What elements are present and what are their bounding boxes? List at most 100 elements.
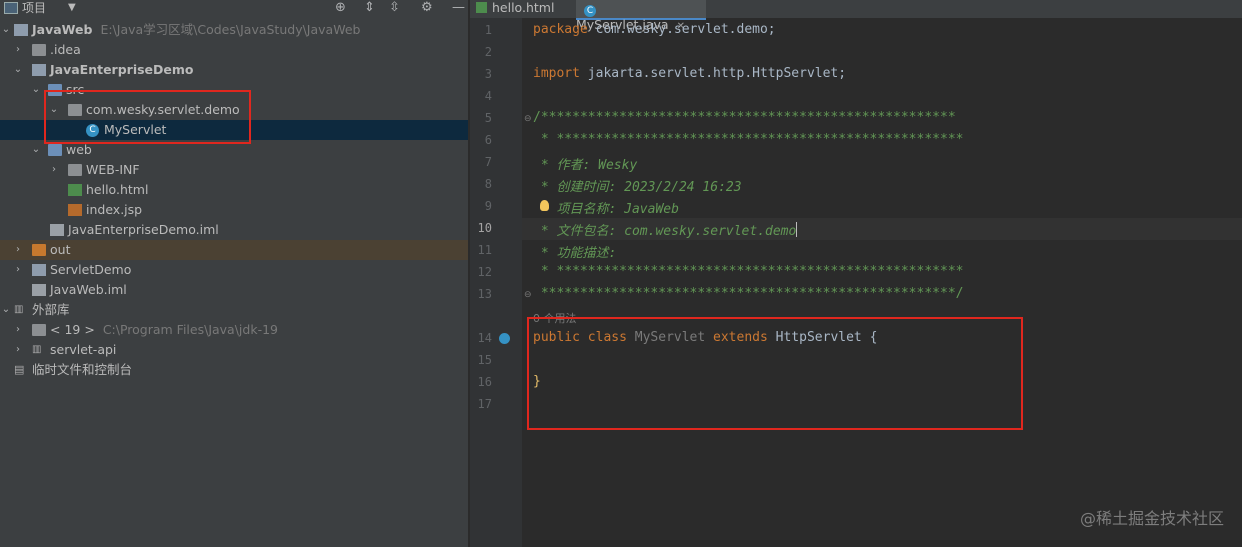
line-number: 3 xyxy=(484,67,492,81)
collapse-all-icon[interactable]: ⇳ xyxy=(389,0,400,15)
expanded-arrow-icon[interactable]: ⌄ xyxy=(12,60,24,80)
expanded-arrow-icon[interactable]: ⌄ xyxy=(0,300,12,320)
tree-item-enterprise-iml[interactable]: JavaEnterpriseDemo.iml xyxy=(0,220,468,240)
code-text: : Wesky xyxy=(582,158,638,173)
line-number: 1 xyxy=(484,23,492,37)
gear-icon[interactable]: ⚙ xyxy=(421,0,433,15)
code-text: * xyxy=(533,224,557,239)
tree-label: 临时文件和控制台 xyxy=(32,362,133,377)
line-number: 6 xyxy=(484,133,492,147)
web-folder-icon xyxy=(48,144,62,156)
lightbulb-icon[interactable] xyxy=(540,200,549,211)
expanded-arrow-icon[interactable]: ⌄ xyxy=(0,20,12,40)
line-number: 7 xyxy=(484,155,492,169)
tree-item-index-jsp[interactable]: index.jsp xyxy=(0,200,468,220)
code-line-11[interactable]: * 功能描述: xyxy=(533,242,617,261)
code-text: : com.wesky.servlet.demo xyxy=(608,224,797,239)
html-file-icon xyxy=(476,2,487,13)
line-number: 8 xyxy=(484,177,492,191)
editor-panel: hello.html CMyServlet.java ✕ 1 2 3 4 5 6 … xyxy=(470,0,1242,547)
fold-icon[interactable]: ⊖ xyxy=(524,114,532,124)
expand-all-icon[interactable]: ⇕ xyxy=(364,0,375,15)
implemented-marker-icon[interactable] xyxy=(499,333,510,344)
collapsed-arrow-icon[interactable]: › xyxy=(48,160,60,180)
folder-icon xyxy=(32,44,46,56)
line-number: 4 xyxy=(484,89,492,103)
code-line-1[interactable]: package com.wesky.servlet.demo; xyxy=(533,22,776,37)
tree-label: index.jsp xyxy=(86,202,143,217)
collapsed-arrow-icon[interactable]: › xyxy=(12,340,24,360)
code-text: com.wesky.servlet.demo; xyxy=(587,22,776,37)
excluded-folder-icon xyxy=(32,244,46,256)
tree-label: < 19 > xyxy=(50,322,95,337)
keyword: package xyxy=(533,22,588,37)
tree-item-servlet-api[interactable]: › ▥ servlet-api xyxy=(0,340,468,360)
html-file-icon xyxy=(68,184,82,196)
line-number: 11 xyxy=(477,243,492,257)
highlight-box-class xyxy=(527,317,1023,430)
fold-icon[interactable]: ⊖ xyxy=(524,290,532,300)
tab-myservlet-java[interactable]: CMyServlet.java ✕ xyxy=(576,0,706,32)
highlight-box-package xyxy=(44,90,251,144)
code-text: : xyxy=(608,246,617,261)
code-text: 创建时间 xyxy=(556,180,609,195)
tree-path: C:\Program Files\Java\jdk-19 xyxy=(102,322,278,337)
project-title-dropdown[interactable]: 项目 ▼ xyxy=(4,0,76,16)
tree-item-hello-html[interactable]: hello.html xyxy=(0,180,468,200)
expanded-arrow-icon[interactable]: ⌄ xyxy=(30,80,42,100)
tree-label: 外部库 xyxy=(32,302,70,317)
jsp-file-icon xyxy=(68,204,82,216)
line-number: 13 xyxy=(477,287,492,301)
code-text: * xyxy=(533,246,557,261)
iml-file-icon xyxy=(50,224,64,236)
collapsed-arrow-icon[interactable]: › xyxy=(12,40,24,60)
tab-hello-html[interactable]: hello.html xyxy=(476,0,574,18)
line-number: 12 xyxy=(477,265,492,279)
collapsed-arrow-icon[interactable]: › xyxy=(12,320,24,340)
tree-item-web-inf[interactable]: › WEB-INF xyxy=(0,160,468,180)
module-folder-icon xyxy=(32,64,46,76)
tree-label: servlet-api xyxy=(50,342,117,357)
tree-item-jdk[interactable]: › < 19 > C:\Program Files\Java\jdk-19 xyxy=(0,320,468,340)
code-line-9[interactable]: * 项目名称: JavaWeb xyxy=(533,198,679,217)
tree-item-servletdemo[interactable]: › ServletDemo xyxy=(0,260,468,280)
code-text: * xyxy=(533,180,557,195)
minimize-icon[interactable]: — xyxy=(452,0,465,15)
code-line-13[interactable]: ****************************************… xyxy=(533,286,964,301)
editor-tabs: hello.html CMyServlet.java ✕ xyxy=(470,0,1242,32)
module-folder-icon xyxy=(14,24,28,36)
project-panel: 项目 ▼ ⊕ ⇕ ⇳ ⚙ — ⌄ JavaWeb E:\Java学习区域\Code… xyxy=(0,0,468,547)
code-line-5[interactable]: /***************************************… xyxy=(533,110,956,125)
tree-item-javaenterprisedemo[interactable]: ⌄ JavaEnterpriseDemo xyxy=(0,60,468,80)
tree-label: hello.html xyxy=(86,182,149,197)
line-number: 16 xyxy=(477,375,492,389)
tree-label: JavaEnterpriseDemo xyxy=(50,62,194,77)
tree-item-scratches[interactable]: ▤ 临时文件和控制台 xyxy=(0,360,468,380)
text-caret xyxy=(796,222,798,237)
tree-label: .idea xyxy=(50,42,81,57)
code-line-10[interactable]: * 文件包名: com.wesky.servlet.demo xyxy=(533,220,798,239)
tree-item-out[interactable]: › out xyxy=(0,240,468,260)
project-title: 项目 xyxy=(22,1,47,15)
code-text: 作者 xyxy=(556,158,583,173)
collapsed-arrow-icon[interactable]: › xyxy=(12,240,24,260)
code-line-6[interactable]: * **************************************… xyxy=(533,132,964,147)
collapsed-arrow-icon[interactable]: › xyxy=(12,260,24,280)
code-line-12[interactable]: * **************************************… xyxy=(533,264,964,279)
tree-item-javaweb-iml[interactable]: JavaWeb.iml xyxy=(0,280,468,300)
code-line-8[interactable]: * 创建时间: 2023/2/24 16:23 xyxy=(533,176,742,195)
project-header: 项目 ▼ ⊕ ⇕ ⇳ ⚙ — xyxy=(0,0,468,18)
tree-item-idea[interactable]: › .idea xyxy=(0,40,468,60)
locate-icon[interactable]: ⊕ xyxy=(335,0,346,15)
code-text: * xyxy=(533,158,557,173)
watermark: @稀土掘金技术社区 xyxy=(1079,509,1224,528)
expanded-arrow-icon[interactable]: ⌄ xyxy=(30,140,42,160)
tree-label: out xyxy=(50,242,71,257)
code-line-7[interactable]: * 作者: Wesky xyxy=(533,154,637,173)
tree-item-external-libraries[interactable]: ⌄ ▥ 外部库 xyxy=(0,300,468,320)
tree-item-javaweb[interactable]: ⌄ JavaWeb E:\Java学习区域\Codes\JavaStudy\Jav… xyxy=(0,20,468,40)
gutter: 1 2 3 4 5 6 7 8 9 10 11 12 13 14 15 16 1… xyxy=(470,18,532,547)
tree-label: JavaEnterpriseDemo.iml xyxy=(68,222,219,237)
code-line-3[interactable]: import jakarta.servlet.http.HttpServlet; xyxy=(533,66,846,81)
line-number: 9 xyxy=(484,199,492,213)
